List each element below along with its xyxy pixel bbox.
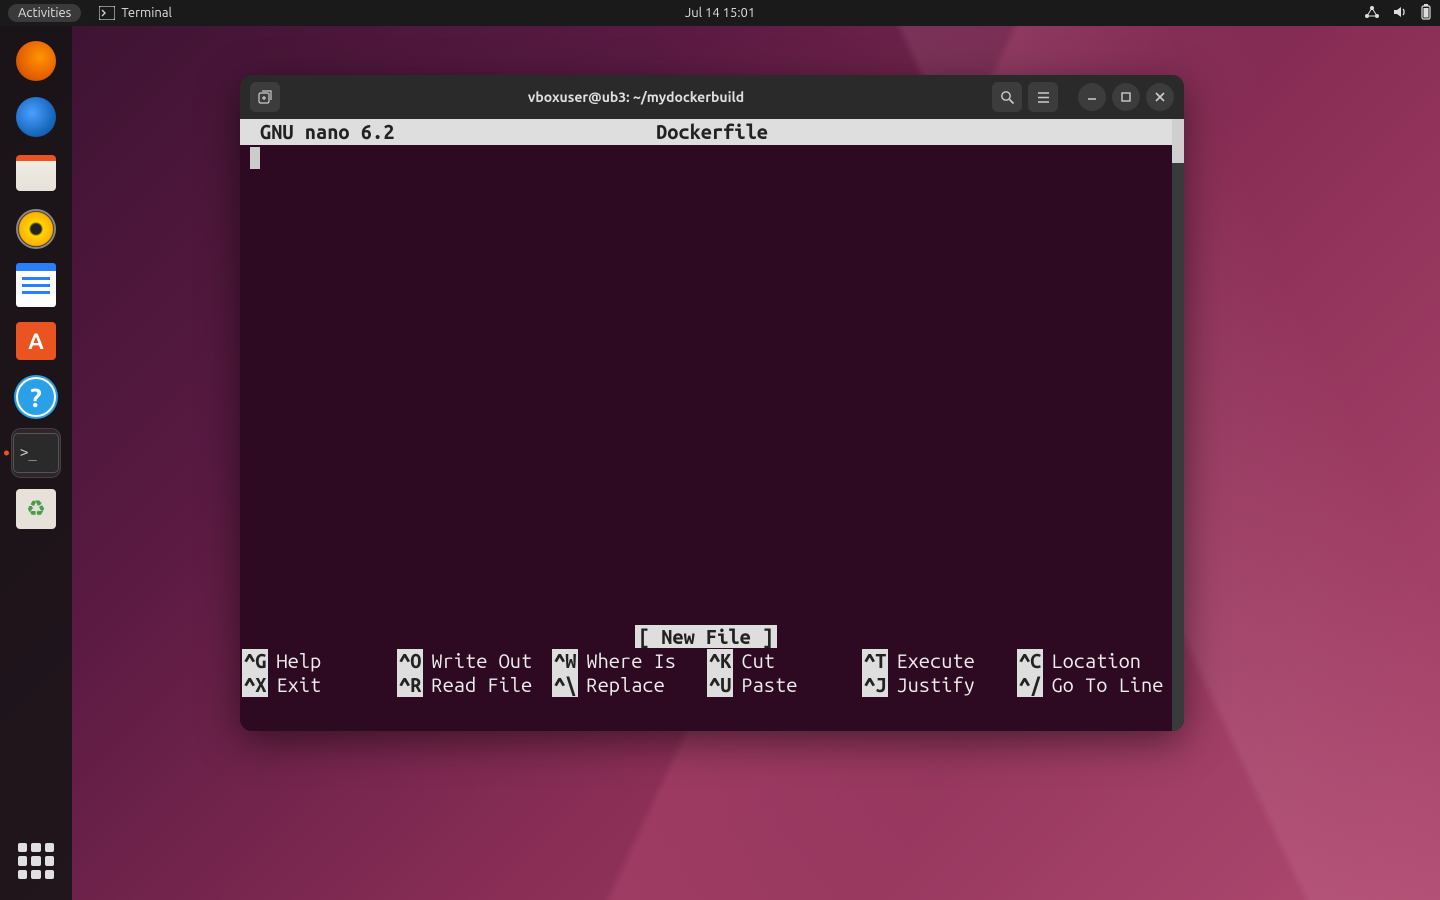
- nano-filename: Dockerfile: [656, 120, 768, 144]
- dock-firefox[interactable]: [11, 36, 61, 86]
- top-bar: Activities Terminal Jul 14 15:01: [0, 0, 1440, 26]
- scrollbar[interactable]: [1172, 119, 1184, 731]
- battery-icon[interactable]: [1420, 4, 1432, 23]
- nano-shortcut-gotoline: ^/Go To Line: [1017, 673, 1172, 697]
- clock[interactable]: Jul 14 15:01: [685, 6, 755, 20]
- dock-files[interactable]: [11, 148, 61, 198]
- new-tab-icon: [257, 89, 273, 105]
- dock-terminal[interactable]: >_: [11, 428, 61, 478]
- nano-shortcut-help: ^GHelp: [242, 649, 397, 673]
- network-icon[interactable]: [1364, 5, 1380, 22]
- new-tab-button[interactable]: [250, 82, 280, 112]
- dock-trash[interactable]: ♻: [11, 484, 61, 534]
- maximize-icon: [1120, 91, 1132, 103]
- nano-shortcut-replace: ^\Replace: [552, 673, 707, 697]
- dock-show-apps[interactable]: [11, 836, 61, 886]
- search-icon: [1000, 90, 1015, 105]
- terminal-icon: >_: [13, 433, 59, 473]
- dock-libreoffice-writer[interactable]: [11, 260, 61, 310]
- minimize-button[interactable]: [1078, 83, 1106, 111]
- maximize-button[interactable]: [1112, 83, 1140, 111]
- app-menu[interactable]: Terminal: [99, 6, 172, 20]
- app-menu-label: Terminal: [121, 6, 172, 20]
- volume-icon[interactable]: [1392, 5, 1408, 22]
- thunderbird-icon: [16, 97, 56, 137]
- nano-shortcut-bar: ^GHelp ^OWrite Out ^WWhere Is ^KCut ^TEx…: [240, 649, 1172, 697]
- close-button[interactable]: [1146, 83, 1174, 111]
- writer-icon: [16, 263, 56, 307]
- dock-rhythmbox[interactable]: [11, 204, 61, 254]
- terminal-body[interactable]: GNU nano 6.2 Dockerfile [ New File ] ^GH…: [240, 119, 1184, 731]
- activities-button[interactable]: Activities: [8, 4, 81, 22]
- nano-edit-area[interactable]: [240, 145, 1172, 625]
- hamburger-icon: [1036, 90, 1051, 105]
- trash-icon: ♻: [16, 489, 56, 529]
- nano-shortcut-writeout: ^OWrite Out: [397, 649, 552, 673]
- nano-shortcut-justify: ^JJustify: [862, 673, 1017, 697]
- nano-header-bar: GNU nano 6.2 Dockerfile: [240, 119, 1172, 145]
- help-icon: ?: [16, 377, 56, 417]
- dock-software[interactable]: A: [11, 316, 61, 366]
- apps-grid-icon: [18, 843, 54, 879]
- nano-shortcut-exit: ^XExit: [242, 673, 397, 697]
- minimize-icon: [1086, 91, 1098, 103]
- nano-shortcut-execute: ^TExecute: [862, 649, 1017, 673]
- nano-shortcut-paste: ^UPaste: [707, 673, 862, 697]
- nano-shortcut-readfile: ^RRead File: [397, 673, 552, 697]
- dock-help[interactable]: ?: [11, 372, 61, 422]
- system-tray[interactable]: [1364, 4, 1432, 23]
- nano-status-text: [ New File ]: [635, 625, 777, 648]
- nano-editor-name: GNU nano 6.2: [260, 120, 394, 144]
- software-icon: A: [16, 322, 56, 360]
- terminal-icon: [99, 6, 115, 20]
- close-icon: [1154, 91, 1166, 103]
- dock-thunderbird[interactable]: [11, 92, 61, 142]
- text-cursor: [250, 147, 260, 169]
- nano-shortcut-whereis: ^WWhere Is: [552, 649, 707, 673]
- search-button[interactable]: [992, 82, 1022, 112]
- dock: A ? >_ ♻: [0, 26, 72, 900]
- terminal-window: vboxuser@ub3: ~/mydockerbuild GNU nano 6…: [240, 75, 1184, 731]
- nano-shortcut-location: ^CLocation: [1017, 649, 1172, 673]
- nano-status-bar: [ New File ]: [240, 625, 1172, 649]
- nano-shortcut-cut: ^KCut: [707, 649, 862, 673]
- hamburger-menu-button[interactable]: [1028, 82, 1058, 112]
- speaker-icon: [16, 209, 56, 249]
- window-titlebar[interactable]: vboxuser@ub3: ~/mydockerbuild: [240, 75, 1184, 119]
- files-icon: [16, 155, 56, 191]
- window-title: vboxuser@ub3: ~/mydockerbuild: [286, 89, 986, 105]
- firefox-icon: [16, 41, 56, 81]
